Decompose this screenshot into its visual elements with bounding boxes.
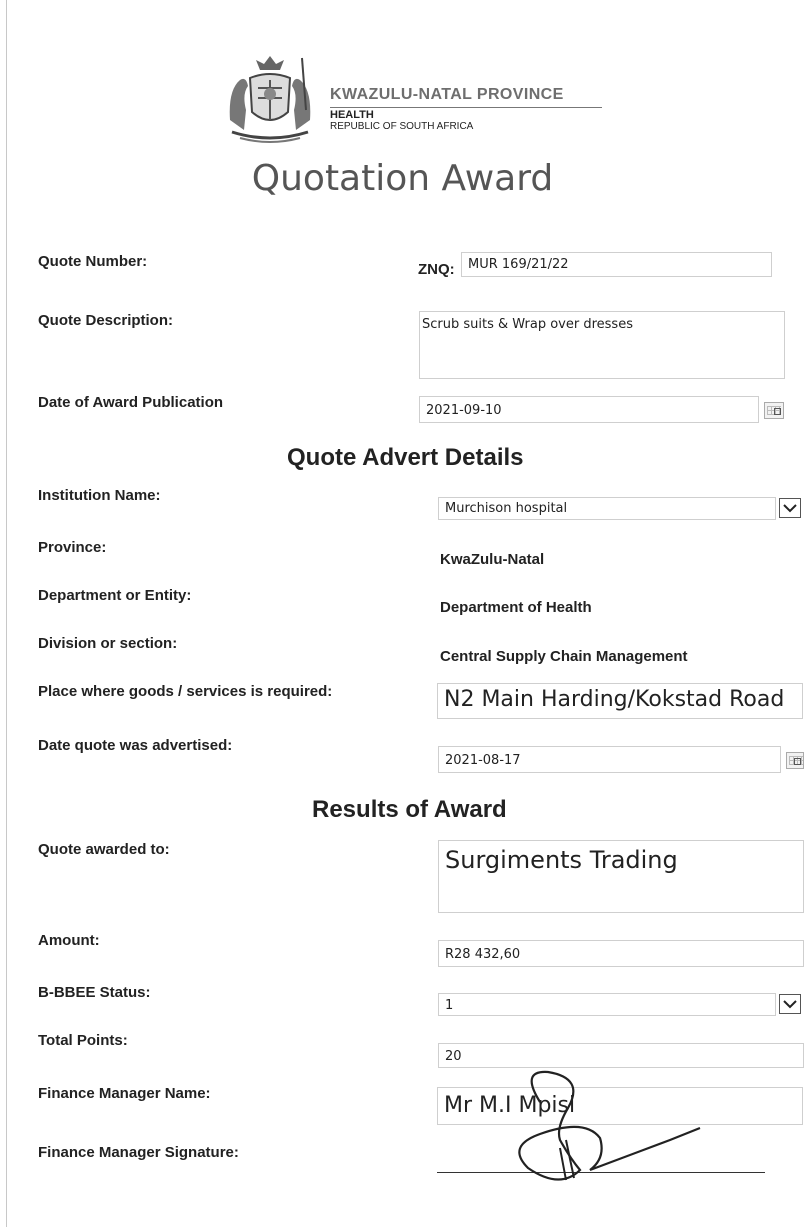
awarded-field[interactable]: Surgiments Trading [438, 840, 804, 913]
total-points-label: Total Points: [38, 1032, 128, 1049]
awarded-label: Quote awarded to: [38, 841, 170, 858]
quote-description-label: Quote Description: [38, 312, 174, 329]
quote-number-label: Quote Number: [38, 253, 148, 270]
publication-date-label: Date of Award Publication [38, 394, 224, 411]
province-label: Province: [38, 539, 107, 556]
letterhead: KWAZULU-NATAL PROVINCE HEALTH REPUBLIC O… [220, 50, 620, 145]
chevron-down-icon[interactable] [779, 994, 801, 1014]
republic-heading: REPUBLIC OF SOUTH AFRICA [330, 121, 474, 132]
calendar-icon[interactable] [764, 402, 784, 419]
quote-number-field[interactable]: MUR 169/21/22 [461, 252, 772, 277]
publication-date-field[interactable]: 2021-09-10 [419, 396, 759, 423]
division-label: Division or section: [38, 635, 178, 652]
coat-of-arms-icon [229, 56, 311, 143]
results-heading: Results of Award [312, 796, 507, 823]
division-value: Central Supply Chain Management [440, 648, 688, 665]
department-label: Department or Entity: [38, 587, 192, 604]
calendar-icon[interactable] [786, 752, 804, 769]
header-rule [330, 107, 602, 108]
quote-number-prefix: ZNQ: [418, 261, 455, 278]
page-title: Quotation Award [251, 158, 554, 199]
quote-description-field[interactable]: Scrub suits & Wrap over dresses [419, 311, 785, 379]
bbbee-label: B-BBEE Status: [38, 984, 151, 1001]
chevron-down-icon[interactable] [779, 498, 801, 518]
place-label: Place where goods / services is required… [38, 683, 333, 700]
advert-details-heading: Quote Advert Details [287, 444, 524, 471]
province-value: KwaZulu-Natal [440, 551, 545, 568]
province-heading: KWAZULU-NATAL PROVINCE [330, 86, 564, 103]
bbbee-select[interactable]: 1 [438, 993, 776, 1016]
fm-signature-label: Finance Manager Signature: [38, 1144, 239, 1161]
advertised-date-label: Date quote was advertised: [38, 737, 233, 754]
signature-line [437, 1172, 765, 1173]
institution-label: Institution Name: [38, 487, 161, 504]
total-points-field[interactable]: 20 [438, 1043, 804, 1068]
department-value: Department of Health [440, 599, 592, 616]
amount-label: Amount: [38, 932, 100, 949]
place-field[interactable]: N2 Main Harding/Kokstad Road [437, 683, 803, 719]
fm-name-field[interactable]: Mr M.I Mpisi [437, 1087, 803, 1125]
institution-select[interactable]: Murchison hospital [438, 497, 776, 520]
department-heading: HEALTH [330, 109, 374, 121]
advertised-date-field[interactable]: 2021-08-17 [438, 746, 781, 773]
amount-field[interactable]: R28 432,60 [438, 940, 804, 967]
fm-name-label: Finance Manager Name: [38, 1085, 211, 1102]
